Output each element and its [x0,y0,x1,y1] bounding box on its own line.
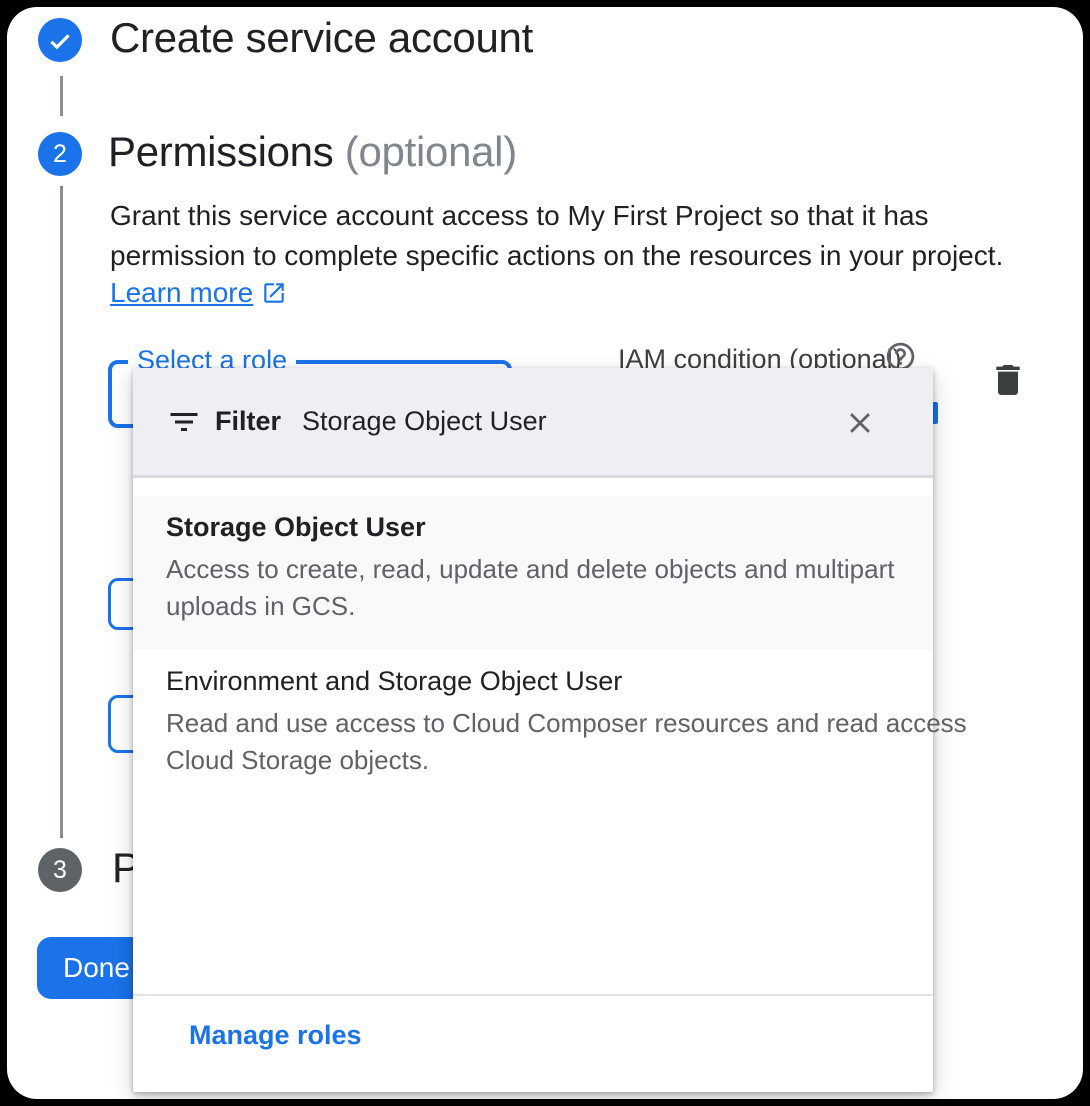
step2-number: 2 [53,140,67,169]
step2-number-badge: 2 [38,132,82,176]
filter-input-value[interactable]: Storage Object User [302,406,547,437]
step1-complete-icon [38,18,82,62]
role-option-description: Read and use access to Cloud Composer re… [166,705,888,779]
dropdown-divider [133,994,933,996]
step3-number-badge: 3 [38,848,82,892]
close-icon[interactable] [843,406,877,440]
step3-number: 3 [53,856,67,885]
step2-title: Permissions (optional) [108,128,517,176]
role-dropdown-panel: Filter Storage Object User Storage Objec… [133,368,933,1092]
external-link-icon [261,280,287,306]
role-filter-bar[interactable]: Filter Storage Object User [133,368,933,478]
step1-title: Create service account [110,14,533,62]
screen: Create service account 2 Permissions (op… [0,0,1090,1106]
role-option-description-line2: uploads in GCS. [166,588,888,625]
done-button-label: Done [63,952,130,983]
manage-roles-link[interactable]: Manage roles [189,1020,362,1051]
step2-description-line2: permission to complete specific actions … [110,236,1003,276]
filter-label: Filter [215,406,281,437]
role-option-title: Environment and Storage Object User [166,666,888,697]
step1-title-text: Create service account [110,14,533,61]
stepper-connector-1 [60,76,63,116]
role-option-description-line1: Read and use access to Cloud Composer re… [166,705,888,742]
filter-icon [166,404,202,440]
learn-more-link[interactable]: Learn more [110,277,253,309]
step2-title-optional: (optional) [333,128,516,175]
step2-description-line1: Grant this service account access to My … [110,196,1003,236]
check-icon [46,26,74,54]
role-option-description: Access to create, read, update and delet… [166,551,888,625]
step2-title-text: Permissions [108,128,333,175]
delete-role-icon[interactable] [988,360,1028,400]
role-option-title: Storage Object User [166,512,888,543]
role-option-description-line1: Access to create, read, update and delet… [166,551,888,588]
role-option-environment-storage-object-user[interactable]: Environment and Storage Object User Read… [133,650,933,810]
role-option-storage-object-user[interactable]: Storage Object User Access to create, re… [133,496,933,650]
stepper-connector-2 [60,186,63,838]
step2-description: Grant this service account access to My … [110,196,1003,276]
role-option-description-line2: Cloud Storage objects. [166,742,888,779]
learn-more-row: Learn more [110,277,287,309]
